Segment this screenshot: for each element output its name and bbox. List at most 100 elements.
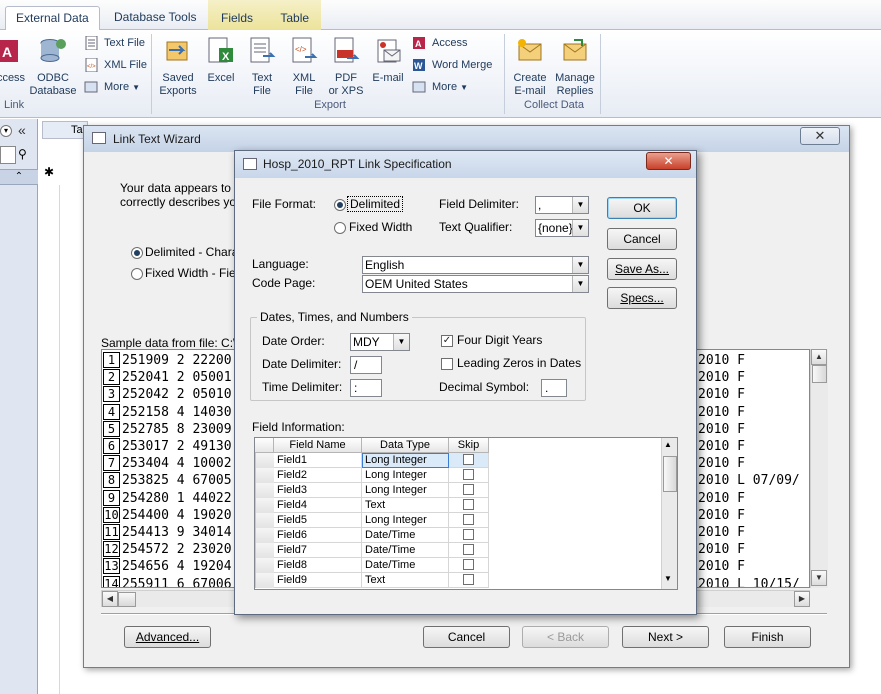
link-text-file-button[interactable]: Text File	[84, 33, 145, 53]
field-name-cell[interactable]: Field5	[274, 513, 362, 528]
field-name-cell[interactable]: Field4	[274, 498, 362, 513]
row-selector[interactable]	[255, 543, 274, 558]
data-type-cell[interactable]: Long Integer	[362, 513, 449, 528]
skip-checkbox[interactable]	[463, 529, 474, 540]
close-icon[interactable]: ✕	[646, 152, 691, 170]
search-icon[interactable]: ⚲	[18, 147, 27, 161]
next-button[interactable]: Next >	[622, 626, 709, 648]
specs-button[interactable]: Specs...	[607, 287, 677, 309]
row-selector[interactable]	[255, 513, 274, 528]
row-selector[interactable]	[255, 573, 274, 588]
import-more-button[interactable]: More ▼	[84, 77, 140, 97]
fixed-width-radio[interactable]	[334, 222, 346, 234]
scroll-up-icon[interactable]: ▲	[811, 349, 827, 365]
save-as-button[interactable]: Save As...	[607, 258, 677, 280]
skip-checkbox[interactable]	[463, 574, 474, 585]
time-delimiter-input[interactable]: :	[350, 379, 382, 397]
export-pdf-button[interactable]: PDF or XPS	[326, 36, 366, 98]
data-type-cell[interactable]: Date/Time	[362, 543, 449, 558]
tab-table-document[interactable]: Ta	[42, 121, 88, 139]
skip-checkbox[interactable]	[463, 544, 474, 555]
data-type-cell[interactable]: Long Integer	[362, 483, 449, 498]
advanced-button[interactable]: Advanced...	[124, 626, 211, 648]
field-name-cell[interactable]: Field9	[274, 573, 362, 588]
skip-checkbox[interactable]	[463, 484, 474, 495]
chevron-up-icon[interactable]: ⌃	[0, 169, 38, 185]
export-excel-button[interactable]: X Excel	[203, 36, 239, 85]
ok-button[interactable]: OK	[607, 197, 677, 219]
column-header-field-name[interactable]: Field Name	[274, 438, 362, 453]
collapse-pane-icon[interactable]: «	[18, 122, 26, 138]
skip-checkbox[interactable]	[463, 499, 474, 510]
scroll-right-icon[interactable]: ▶	[794, 591, 810, 607]
field-name-cell[interactable]: Field1	[274, 453, 362, 468]
export-text-file-button[interactable]: Text File	[244, 36, 280, 98]
skip-checkbox[interactable]	[463, 454, 474, 465]
skip-checkbox[interactable]	[463, 559, 474, 570]
data-type-cell[interactable]: Long Integer	[362, 468, 449, 483]
data-type-cell[interactable]: Text	[362, 498, 449, 513]
scroll-down-icon[interactable]: ▼	[664, 574, 672, 583]
scroll-thumb[interactable]	[118, 592, 136, 607]
close-icon[interactable]: ✕	[800, 127, 840, 145]
row-selector[interactable]	[255, 453, 274, 468]
column-header-data-type[interactable]: Data Type	[362, 438, 449, 453]
field-delimiter-select[interactable]: , ▼	[535, 196, 589, 214]
field-name-cell[interactable]: Field3	[274, 483, 362, 498]
delimited-radio[interactable]	[334, 199, 346, 211]
wizard-radio-fixed-width[interactable]	[131, 268, 143, 280]
tab-external-data[interactable]: External Data	[5, 6, 100, 30]
scroll-thumb[interactable]	[663, 456, 677, 492]
export-access-button[interactable]: A Access	[412, 33, 467, 53]
field-name-cell[interactable]: Field7	[274, 543, 362, 558]
data-type-cell[interactable]: Date/Time	[362, 528, 449, 543]
field-name-cell[interactable]: Field8	[274, 558, 362, 573]
scroll-up-icon[interactable]: ▲	[664, 440, 672, 449]
create-email-button[interactable]: Create E-mail	[510, 36, 550, 98]
nav-menu-icon[interactable]: ▾	[0, 125, 12, 137]
scroll-down-icon[interactable]: ▼	[811, 570, 827, 586]
text-qualifier-select[interactable]: {none} ▼	[535, 219, 589, 237]
word-merge-button[interactable]: W Word Merge	[412, 55, 492, 75]
tab-table[interactable]: Table	[280, 11, 309, 25]
field-name-cell[interactable]: Field2	[274, 468, 362, 483]
back-button[interactable]: < Back	[522, 626, 609, 648]
grid-vertical-scrollbar[interactable]: ▲ ▼	[661, 438, 677, 589]
saved-exports-button[interactable]: Saved Exports	[156, 36, 200, 98]
access-link-button[interactable]: A ccess	[0, 36, 26, 85]
scroll-left-icon[interactable]: ◀	[102, 591, 118, 607]
field-information-grid[interactable]: Field Name Data Type Skip Field1 Long Int…	[254, 437, 678, 590]
row-selector[interactable]	[255, 498, 274, 513]
export-email-button[interactable]: E-mail	[370, 36, 406, 85]
field-name-cell[interactable]: Field6	[274, 528, 362, 543]
wizard-cancel-button[interactable]: Cancel	[423, 626, 510, 648]
row-selector[interactable]	[255, 468, 274, 483]
tab-database-tools[interactable]: Database Tools	[104, 6, 207, 30]
data-type-cell[interactable]: Long Integer	[362, 453, 449, 468]
scroll-thumb[interactable]	[812, 365, 827, 383]
sample-vertical-scrollbar[interactable]: ▲ ▼	[810, 349, 828, 588]
tab-fields[interactable]: Fields	[221, 11, 253, 25]
data-type-cell[interactable]: Text	[362, 573, 449, 588]
date-delimiter-input[interactable]: /	[350, 356, 382, 374]
skip-checkbox[interactable]	[463, 514, 474, 525]
export-xml-file-button[interactable]: </> XML File	[286, 36, 322, 98]
export-more-button[interactable]: More ▼	[412, 77, 468, 97]
column-header-skip[interactable]: Skip	[449, 438, 489, 453]
decimal-symbol-input[interactable]: .	[541, 379, 567, 397]
date-order-select[interactable]: MDY ▼	[350, 333, 410, 351]
spec-cancel-button[interactable]: Cancel	[607, 228, 677, 250]
link-xml-file-button[interactable]: </> XML File	[84, 55, 147, 75]
code-page-select[interactable]: OEM United States ▼	[362, 275, 589, 293]
data-type-cell[interactable]: Date/Time	[362, 558, 449, 573]
wizard-radio-delimited[interactable]	[131, 247, 143, 259]
manage-replies-button[interactable]: Manage Replies	[552, 36, 598, 98]
nav-search-input[interactable]	[0, 146, 16, 164]
row-selector[interactable]	[255, 528, 274, 543]
finish-button[interactable]: Finish	[724, 626, 811, 648]
leading-zeros-checkbox[interactable]	[441, 358, 453, 370]
language-select[interactable]: English ▼	[362, 256, 589, 274]
odbc-database-button[interactable]: ODBC Database	[28, 36, 78, 98]
four-digit-years-checkbox[interactable]: ✓	[441, 335, 453, 347]
skip-checkbox[interactable]	[463, 469, 474, 480]
